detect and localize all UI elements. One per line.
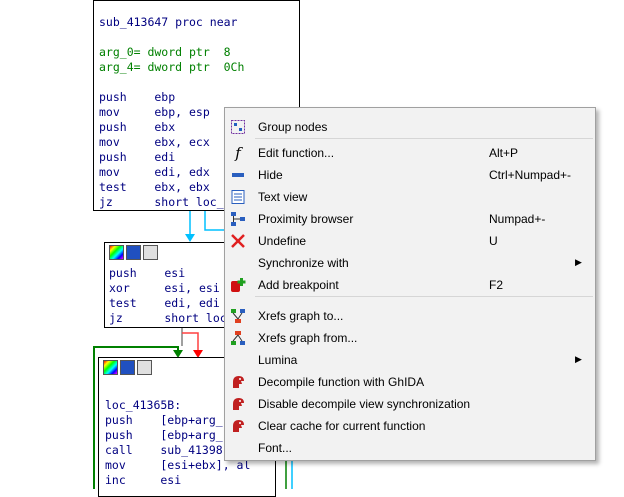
code-line[interactable]: test edi, edi (109, 296, 227, 311)
edge-cyan-right (204, 211, 224, 231)
undefine-icon (230, 233, 246, 249)
menu-item-label: Hide (258, 168, 283, 182)
code-line[interactable]: push ebp (99, 90, 244, 105)
menu-item-label: Undefine (258, 234, 307, 248)
menu-item-label: Add breakpoint (258, 278, 339, 292)
rename-icon[interactable] (120, 360, 135, 375)
menu-item-edit-function[interactable]: f Edit function... Alt+P (225, 142, 595, 164)
blank-icon (230, 352, 246, 368)
menu-item-label: Group nodes (258, 120, 328, 134)
code-line[interactable]: inc esi (105, 473, 250, 488)
color-icon[interactable] (109, 245, 124, 260)
submenu-arrow-icon: ▶ (575, 354, 582, 364)
code-line[interactable]: push esi (109, 266, 227, 281)
graph-node-2[interactable]: push esi xor esi, esi test edi, edi jz shor… (104, 242, 228, 328)
node-2-code: push esi xor esi, esi test edi, edi jz shor… (109, 266, 227, 326)
hide-icon (230, 167, 246, 183)
code-line[interactable]: push ebx (99, 120, 244, 135)
menu-item-label: Clear cache for current function (258, 419, 426, 433)
function-icon: f (235, 144, 241, 162)
context-menu: Group nodes f Edit function... Alt+P Hide Ctr… (224, 107, 596, 461)
group-nodes-icon (230, 119, 246, 135)
code-line[interactable] (99, 30, 244, 45)
menu-item-label: Font... (258, 441, 293, 455)
menu-item-proximity-browser[interactable]: Proximity browser Numpad+- (225, 208, 595, 230)
code-line[interactable]: jz short loc_ (99, 195, 244, 210)
ghida-icon (230, 396, 246, 412)
menu-item-xrefs-graph-to[interactable]: Xrefs graph to... (225, 305, 595, 327)
menu-item-shortcut: U (489, 234, 498, 248)
color-icon[interactable] (103, 360, 118, 375)
menu-item-shortcut: Alt+P (489, 146, 519, 160)
xrefs-from-icon (230, 330, 246, 346)
menu-item-font[interactable]: Font... (225, 437, 595, 459)
code-line[interactable] (99, 75, 244, 90)
edge-red (182, 332, 199, 352)
ghida-icon (230, 374, 246, 390)
node-2-toolbar (105, 243, 227, 263)
code-line[interactable]: mov edi, edx (99, 165, 244, 180)
menu-item-xrefs-graph-from[interactable]: Xrefs graph from... (225, 327, 595, 349)
ghida-icon (230, 418, 246, 434)
menu-item-disable-decompile-view-synchronization[interactable]: Disable decompile view synchronization (225, 393, 595, 415)
blank-icon (230, 255, 246, 271)
menu-item-decompile-function-with-ghida[interactable]: Decompile function with GhIDA (225, 371, 595, 393)
menu-separator (255, 296, 593, 297)
submenu-arrow-icon: ▶ (575, 257, 582, 267)
collapse-icon[interactable] (137, 360, 152, 375)
code-line[interactable]: xor esi, esi (109, 281, 227, 296)
menu-item-synchronize-with[interactable]: Synchronize with ▶ (225, 252, 595, 274)
menu-item-add-breakpoint[interactable]: Add breakpoint F2 (225, 274, 595, 296)
menu-item-lumina[interactable]: Lumina ▶ (225, 349, 595, 371)
node-1-code: sub_413647 proc near arg_0= dword ptr 8 ar… (99, 15, 244, 210)
collapse-icon[interactable] (143, 245, 158, 260)
text-view-icon (230, 189, 246, 205)
menu-item-label: Xrefs graph from... (258, 331, 358, 345)
menu-item-text-view[interactable]: Text view (225, 186, 595, 208)
menu-separator (255, 138, 593, 139)
code-line[interactable]: mov ebx, ecx (99, 135, 244, 150)
xrefs-to-icon (230, 308, 246, 324)
menu-item-shortcut: F2 (489, 278, 504, 292)
menu-item-label: Synchronize with (258, 256, 349, 270)
menu-item-undefine[interactable]: Undefine U (225, 230, 595, 252)
menu-item-shortcut: Ctrl+Numpad+- (489, 168, 572, 182)
menu-item-label: Edit function... (258, 146, 335, 160)
rename-icon[interactable] (126, 245, 141, 260)
menu-item-group-nodes[interactable]: Group nodes (225, 116, 595, 138)
blank-icon (230, 440, 246, 456)
code-line[interactable]: test ebx, ebx (99, 180, 244, 195)
menu-item-label: Decompile function with GhIDA (258, 375, 425, 389)
menu-item-label: Proximity browser (258, 212, 354, 226)
menu-item-hide[interactable]: Hide Ctrl+Numpad+- (225, 164, 595, 186)
code-line[interactable]: sub_413647 proc near (99, 15, 244, 30)
menu-item-label: Xrefs graph to... (258, 309, 344, 323)
menu-item-label: Lumina (258, 353, 298, 367)
code-line[interactable]: arg_4= dword ptr 0Ch (99, 60, 244, 75)
proximity-icon (230, 211, 246, 227)
menu-item-label: Text view (258, 190, 308, 204)
menu-item-clear-cache-for-current-function[interactable]: Clear cache for current function (225, 415, 595, 437)
code-line[interactable]: arg_0= dword ptr 8 (99, 45, 244, 60)
breakpoint-icon (230, 277, 246, 293)
code-line[interactable]: push edi (99, 150, 244, 165)
menu-item-label: Disable decompile view synchronization (258, 397, 471, 411)
code-line[interactable]: jz short loc (109, 311, 227, 326)
code-line[interactable]: mov ebp, esp (99, 105, 244, 120)
edge-cyan-arrow (185, 234, 195, 242)
menu-item-shortcut: Numpad+- (489, 212, 546, 226)
